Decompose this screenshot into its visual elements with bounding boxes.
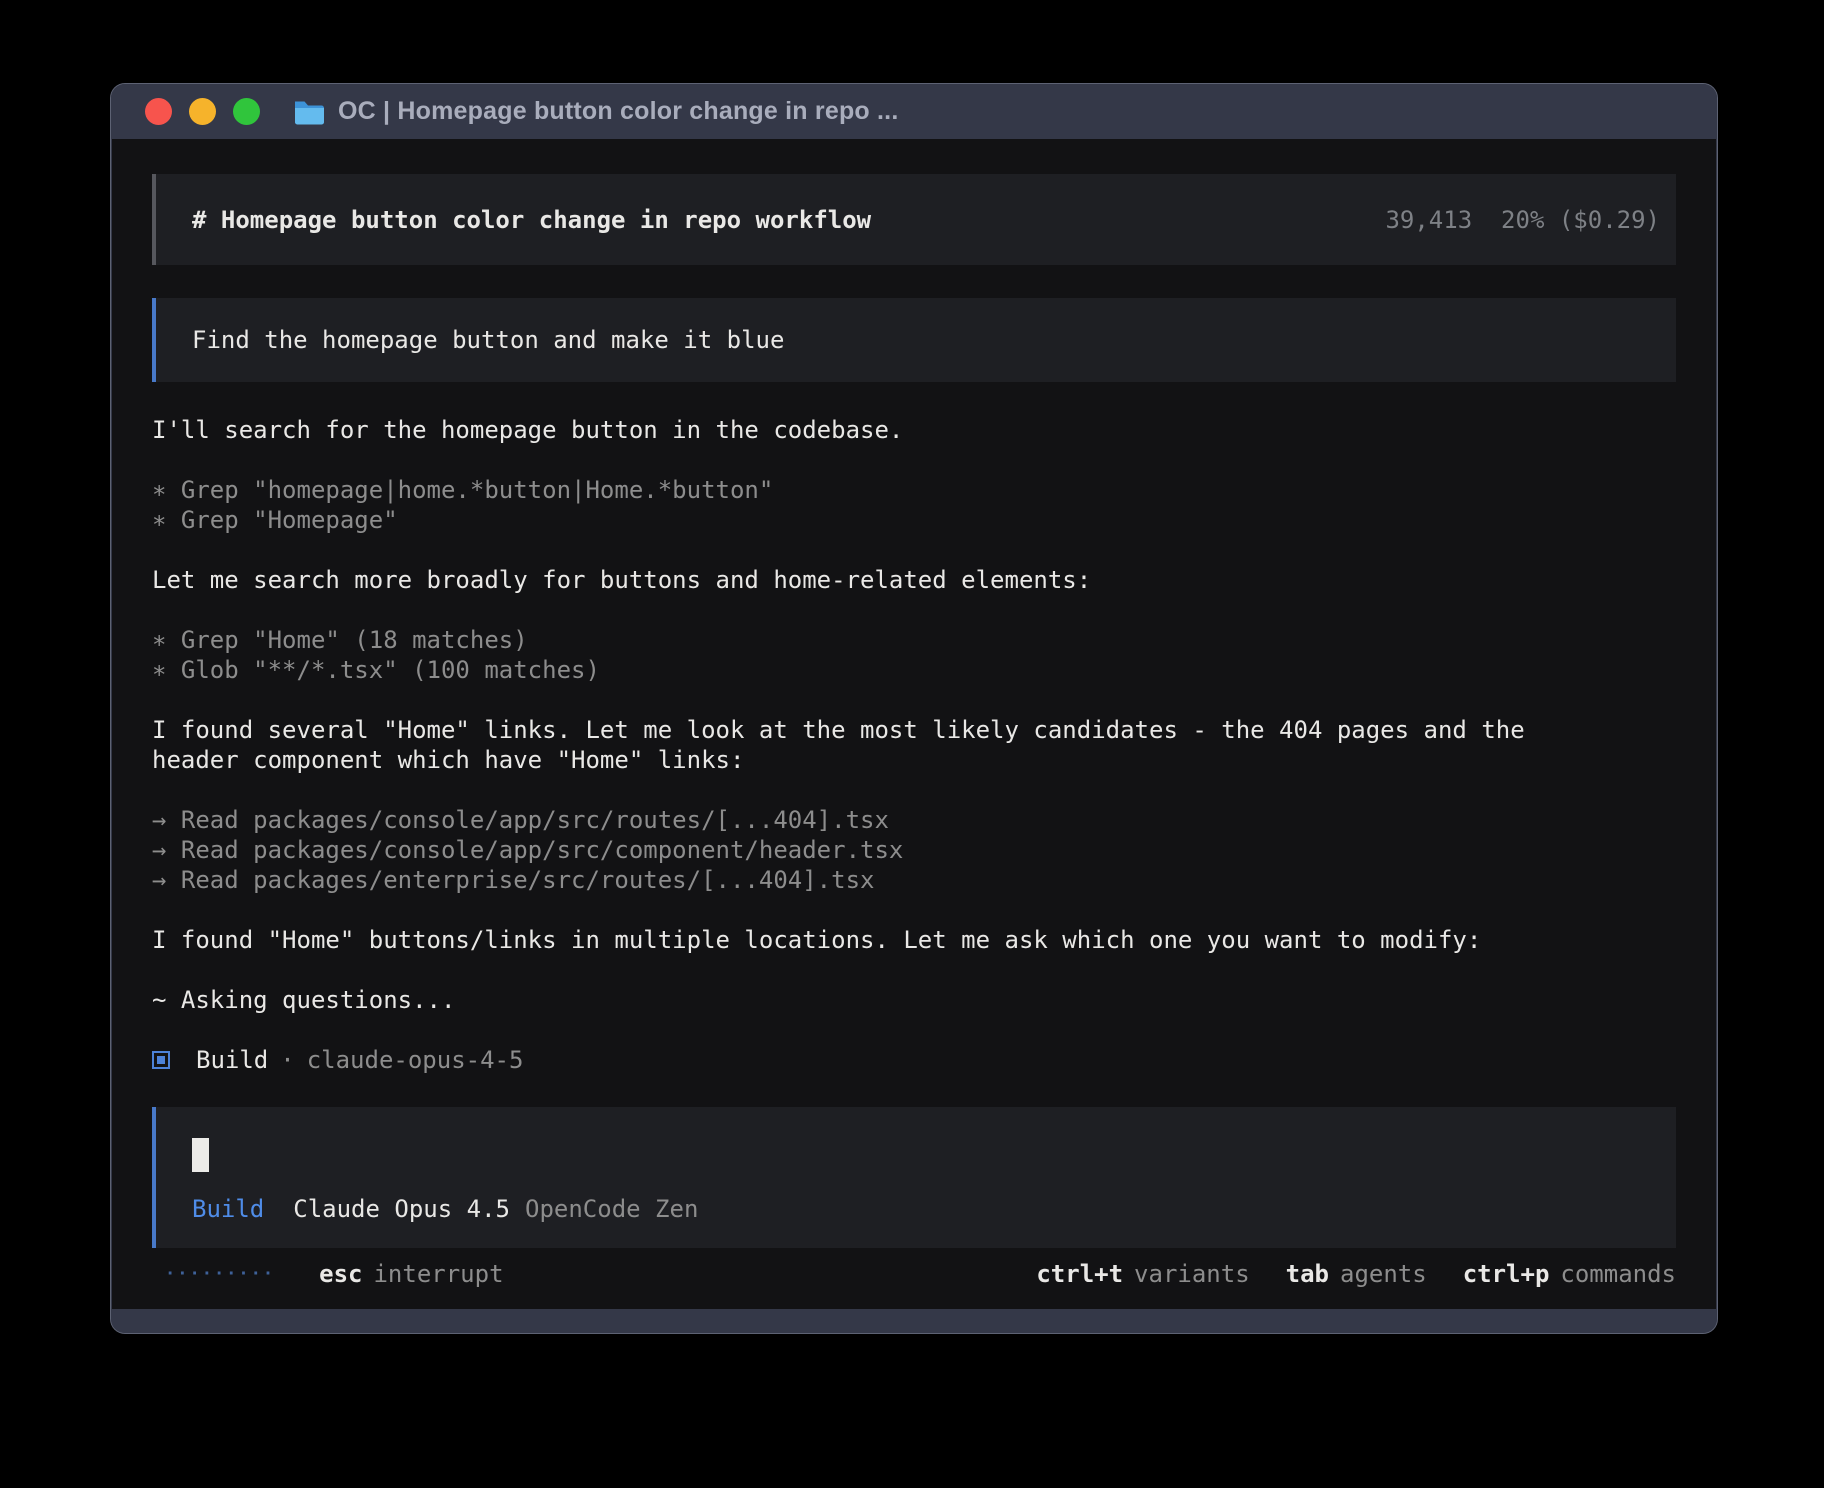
key-name: esc [319, 1260, 362, 1288]
key-hint-ctrl-t: ctrl+t variants [1036, 1260, 1249, 1288]
input-model-label: Claude Opus 4.5 [293, 1194, 510, 1224]
key-action-label: interrupt [373, 1260, 503, 1288]
spinner-dots: ········· [165, 1259, 275, 1289]
key-name: tab [1286, 1260, 1329, 1288]
transcript-block-text: I found several "Home" links. Let me loo… [152, 715, 1612, 775]
transcript-block-tool: → Read packages/console/app/src/routes/[… [152, 805, 1612, 895]
agent-name: Build [196, 1046, 268, 1074]
statusbar-keys-right: ctrl+t variants tab agents ctrl+p commands [1000, 1260, 1676, 1288]
text-cursor [192, 1138, 209, 1172]
session-title: # Homepage button color change in repo w… [192, 206, 871, 234]
input-model-row: Build Claude Opus 4.5 OpenCode Zen [192, 1194, 1660, 1224]
transcript-block-tool: ∗ Grep "Home" (18 matches)∗ Glob "**/*.t… [152, 625, 1612, 685]
tool-call-line: ∗ Glob "**/*.tsx" (100 matches) [152, 655, 1612, 685]
key-action-label: variants [1134, 1260, 1250, 1288]
key-hint-esc: esc interrupt [319, 1260, 503, 1288]
window-title: OC | Homepage button color change in rep… [338, 97, 898, 126]
key-hint-tab: tab agents [1286, 1260, 1427, 1288]
assistant-text-line: I found several "Home" links. Let me loo… [152, 715, 1612, 775]
session-stats: 39,413 20% ($0.29) [1385, 206, 1660, 234]
user-message: Find the homepage button and make it blu… [152, 298, 1676, 382]
session-header: # Homepage button color change in repo w… [152, 174, 1676, 265]
tool-call-line: → Read packages/console/app/src/componen… [152, 835, 1612, 865]
window-bottom-edge [111, 1309, 1717, 1333]
folder-icon [293, 99, 324, 125]
input-provider-label: OpenCode Zen [525, 1194, 698, 1224]
close-button[interactable] [145, 98, 172, 125]
transcript: I'll search for the homepage button in t… [152, 415, 1612, 1015]
tool-call-line: → Read packages/console/app/src/routes/[… [152, 805, 1612, 835]
user-message-text: Find the homepage button and make it blu… [192, 326, 784, 354]
tool-call-line: ∗ Grep "homepage|home.*button|Home.*butt… [152, 475, 1612, 505]
assistant-text-line: Let me search more broadly for buttons a… [152, 565, 1612, 595]
transcript-block-text: I found "Home" buttons/links in multiple… [152, 925, 1612, 955]
agent-separator: · [280, 1046, 294, 1074]
transcript-block-text: Let me search more broadly for buttons a… [152, 565, 1612, 595]
transcript-block-text: I'll search for the homepage button in t… [152, 415, 1612, 445]
minimize-button[interactable] [189, 98, 216, 125]
tool-call-line: → Read packages/enterprise/src/routes/[.… [152, 865, 1612, 895]
status-right: ctrl+t variants tab agents ctrl+p commands [1000, 1260, 1676, 1288]
key-action-label: commands [1560, 1260, 1676, 1288]
tool-call-line: ∗ Grep "Home" (18 matches) [152, 625, 1612, 655]
terminal-content[interactable]: # Homepage button color change in repo w… [112, 139, 1716, 1309]
message-input[interactable]: Build Claude Opus 4.5 OpenCode Zen [152, 1107, 1676, 1248]
key-name: ctrl+p [1463, 1260, 1550, 1288]
transcript-block-tool: ∗ Grep "homepage|home.*button|Home.*butt… [152, 475, 1612, 535]
terminal-window: OC | Homepage button color change in rep… [111, 84, 1717, 1333]
transcript-block-status: ~ Asking questions... [152, 985, 1612, 1015]
status-bar: ········· esc interrupt ctrl+t variants tab… [152, 1259, 1676, 1289]
assistant-text-line: ~ Asking questions... [152, 985, 1612, 1015]
key-action-label: agents [1340, 1260, 1427, 1288]
input-agent-label: Build [192, 1194, 264, 1224]
assistant-text-line: I'll search for the homepage button in t… [152, 415, 1612, 445]
status-left: ········· esc interrupt [152, 1259, 504, 1289]
statusbar-keys-left: esc interrupt [319, 1260, 503, 1288]
agent-status-row: Build · claude-opus-4-5 [152, 1045, 1676, 1075]
agent-icon [152, 1051, 170, 1069]
zoom-button[interactable] [233, 98, 260, 125]
agent-model: claude-opus-4-5 [307, 1046, 524, 1074]
key-hint-ctrl-p: ctrl+p commands [1463, 1260, 1676, 1288]
titlebar[interactable]: OC | Homepage button color change in rep… [111, 84, 1717, 139]
tool-call-line: ∗ Grep "Homepage" [152, 505, 1612, 535]
assistant-text-line: I found "Home" buttons/links in multiple… [152, 925, 1612, 955]
key-name: ctrl+t [1036, 1260, 1123, 1288]
